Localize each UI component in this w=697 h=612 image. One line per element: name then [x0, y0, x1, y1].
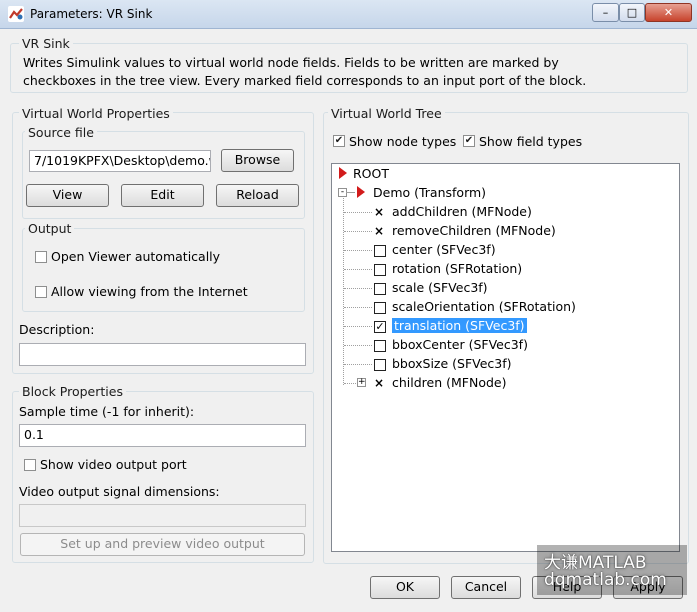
reload-button[interactable]: Reload — [216, 184, 299, 207]
field-checkbox[interactable] — [374, 302, 386, 314]
video-dims-input[interactable] — [19, 504, 306, 527]
source-file-input[interactable]: 7/1019KPFX\Desktop\demo.wrl — [29, 150, 211, 172]
close-icon[interactable]: ✕ — [645, 3, 692, 22]
tree-connector — [344, 345, 372, 347]
tree-item-field[interactable]: center (SFVec3f) — [392, 242, 496, 261]
tree-connector — [344, 307, 372, 309]
tree-field-label: scaleOrientation (SFRotation) — [392, 299, 576, 314]
sample-time-label: Sample time (-1 for inherit): — [19, 404, 195, 419]
open-viewer-checkbox[interactable] — [35, 251, 47, 263]
ok-button[interactable]: OK — [370, 576, 440, 599]
show-field-types-label: Show field types — [479, 134, 583, 149]
tree-connector — [343, 198, 345, 385]
tree-field-label: translation (SFVec3f) — [392, 318, 527, 333]
tree-field-label: rotation (SFRotation) — [392, 261, 523, 276]
matlab-logo-icon — [8, 6, 24, 22]
open-viewer-label: Open Viewer automatically — [51, 249, 221, 264]
show-video-port-checkbox[interactable] — [24, 459, 36, 471]
tree-item-demo[interactable]: Demo (Transform) — [373, 185, 486, 204]
output-label: Output — [25, 221, 75, 236]
tree-item-field[interactable]: bboxSize (SFVec3f) — [392, 356, 512, 375]
tree-connector — [344, 383, 356, 385]
tree-field-label: center (SFVec3f) — [392, 242, 496, 257]
watermark-url: dqmatlab.com — [544, 570, 667, 590]
sample-time-input[interactable]: 0.1 — [19, 424, 306, 447]
show-video-port-label: Show video output port — [40, 457, 187, 472]
tree-connector — [344, 269, 372, 271]
view-button[interactable]: View — [26, 184, 109, 207]
minimize-icon[interactable]: – — [592, 3, 619, 22]
tree-item-field[interactable]: children (MFNode) — [392, 375, 506, 394]
tree-item-field[interactable]: scale (SFVec3f) — [392, 280, 488, 299]
tree-field-label: bboxSize (SFVec3f) — [392, 356, 512, 371]
tree-connector — [344, 212, 372, 214]
root-node-icon — [339, 167, 347, 182]
video-dims-label: Video output signal dimensions: — [19, 484, 220, 499]
output-group — [22, 228, 305, 312]
tree-item-field[interactable]: scaleOrientation (SFRotation) — [392, 299, 576, 318]
show-node-types-label: Show node types — [349, 134, 457, 149]
description-label: Description: — [19, 322, 95, 337]
allow-internet-label: Allow viewing from the Internet — [51, 284, 248, 299]
tree-connector — [344, 364, 372, 366]
tree-field-label: scale (SFVec3f) — [392, 280, 488, 295]
block-properties-label: Block Properties — [19, 384, 126, 399]
tree-item-field[interactable]: addChildren (MFNode) — [392, 204, 532, 223]
virtual-world-tree-label: Virtual World Tree — [328, 106, 445, 121]
field-checkbox[interactable] — [374, 264, 386, 276]
browse-button[interactable]: Browse — [221, 149, 294, 172]
field-checkbox[interactable]: ✓ — [374, 321, 386, 333]
tree-connector — [346, 192, 355, 193]
tree-item-field[interactable]: bboxCenter (SFVec3f) — [392, 337, 528, 356]
not-writable-x-icon: × — [374, 224, 385, 238]
tree-field-label: children (MFNode) — [392, 375, 507, 390]
source-file-label: Source file — [25, 125, 97, 140]
tree-item-field[interactable]: translation (SFVec3f) — [392, 318, 527, 337]
tree-item-root[interactable]: ROOT — [353, 166, 389, 185]
maximize-icon[interactable]: □ — [619, 3, 645, 22]
allow-internet-checkbox[interactable] — [35, 286, 47, 298]
tree-connector — [344, 326, 372, 328]
tree-connector — [344, 250, 372, 252]
tree-item-field[interactable]: rotation (SFRotation) — [392, 261, 522, 280]
virtual-world-properties-label: Virtual World Properties — [19, 106, 173, 121]
field-checkbox[interactable] — [374, 340, 386, 352]
not-writable-x-icon: × — [374, 376, 385, 390]
show-node-types-checkbox[interactable]: ✔ — [333, 135, 345, 147]
window-title: Parameters: VR Sink — [30, 7, 153, 21]
expand-toggle-icon[interactable]: + — [357, 378, 366, 387]
tree-field-label: bboxCenter (SFVec3f) — [392, 337, 528, 352]
description-input[interactable] — [19, 343, 306, 366]
show-field-types-checkbox[interactable]: ✔ — [463, 135, 475, 147]
field-checkbox[interactable] — [374, 245, 386, 257]
block-description-line2: checkboxes in the tree view. Every marke… — [23, 73, 587, 88]
vr-sink-group-label: VR Sink — [19, 36, 73, 51]
tree-item-field[interactable]: removeChildren (MFNode) — [392, 223, 556, 242]
transform-node-icon — [357, 186, 365, 201]
block-description-line1: Writes Simulink values to virtual world … — [23, 55, 559, 70]
field-checkbox[interactable] — [374, 283, 386, 295]
cancel-button[interactable]: Cancel — [451, 576, 521, 599]
tree-connector — [344, 288, 372, 290]
tree-field-label: removeChildren (MFNode) — [392, 223, 556, 238]
not-writable-x-icon: × — [374, 205, 385, 219]
edit-button[interactable]: Edit — [121, 184, 204, 207]
tree-field-label: addChildren (MFNode) — [392, 204, 532, 219]
tree-connector — [344, 231, 372, 233]
field-checkbox[interactable] — [374, 359, 386, 371]
setup-preview-video-button[interactable]: Set up and preview video output — [20, 533, 305, 556]
